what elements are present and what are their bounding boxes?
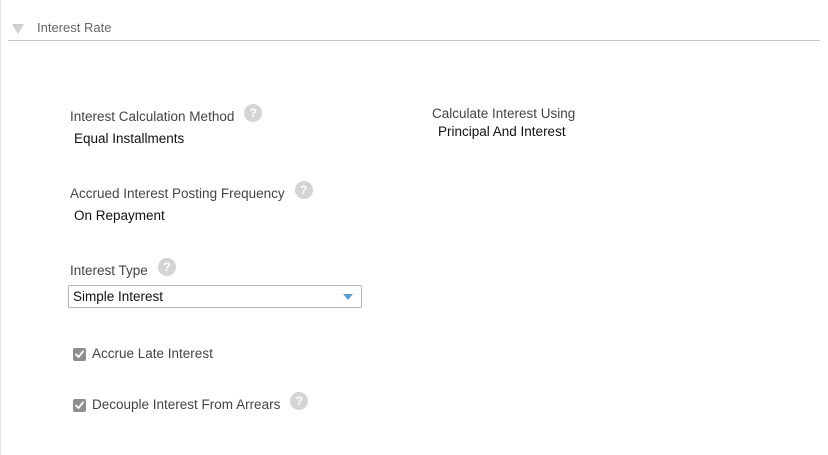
calculate-interest-using-label: Calculate Interest Using bbox=[432, 106, 576, 121]
calculate-interest-using-value: Principal And Interest bbox=[438, 124, 566, 139]
accrued-interest-posting-frequency-label: Accrued Interest Posting Frequency bbox=[70, 186, 285, 201]
field-label: Accrued Interest Posting Frequency ? bbox=[70, 181, 313, 203]
triangle-down-icon[interactable] bbox=[12, 24, 24, 34]
field-label: Calculate Interest Using bbox=[432, 106, 575, 122]
interest-type-selected-value: Simple Interest bbox=[73, 289, 164, 304]
field-accrued-interest-posting-frequency: Accrued Interest Posting Frequency ? On … bbox=[70, 181, 313, 224]
interest-type-select[interactable]: Simple Interest bbox=[68, 285, 362, 308]
help-icon[interactable]: ? bbox=[157, 258, 176, 276]
chevron-down-icon[interactable] bbox=[343, 294, 353, 300]
field-calculate-interest-using: Calculate Interest Using Principal And I… bbox=[432, 106, 575, 140]
section-header-interest-rate[interactable]: Interest Rate bbox=[8, 20, 820, 41]
decouple-interest-from-arrears-label[interactable]: Decouple Interest From Arrears bbox=[92, 397, 280, 413]
accrue-late-interest-checkbox[interactable] bbox=[73, 347, 86, 361]
accrue-late-interest-row[interactable]: Accrue Late Interest bbox=[73, 346, 213, 362]
decouple-interest-from-arrears-checkbox[interactable] bbox=[73, 398, 86, 412]
decouple-interest-from-arrears-row[interactable]: Decouple Interest From Arrears ? bbox=[73, 392, 309, 414]
field-label: Interest Type ? bbox=[70, 258, 176, 280]
field-interest-type: Interest Type ? bbox=[70, 258, 176, 280]
panel-left-border bbox=[0, 0, 1, 455]
field-interest-calculation-method: Interest Calculation Method ? Equal Inst… bbox=[70, 104, 263, 147]
accrued-interest-posting-frequency-value: On Repayment bbox=[74, 208, 165, 223]
help-icon[interactable]: ? bbox=[244, 104, 263, 122]
interest-calculation-method-label: Interest Calculation Method bbox=[70, 109, 235, 124]
interest-calculation-method-value: Equal Installments bbox=[74, 131, 185, 146]
checkmark-icon bbox=[75, 401, 84, 409]
help-icon[interactable]: ? bbox=[294, 181, 313, 199]
interest-type-label: Interest Type bbox=[70, 263, 148, 278]
accrue-late-interest-label[interactable]: Accrue Late Interest bbox=[92, 346, 213, 362]
checkmark-icon bbox=[75, 350, 84, 358]
section-title: Interest Rate bbox=[37, 20, 112, 35]
interest-rate-panel: Interest Rate Interest Calculation Metho… bbox=[0, 0, 828, 455]
field-label: Interest Calculation Method ? bbox=[70, 104, 263, 126]
help-icon[interactable]: ? bbox=[290, 392, 309, 410]
